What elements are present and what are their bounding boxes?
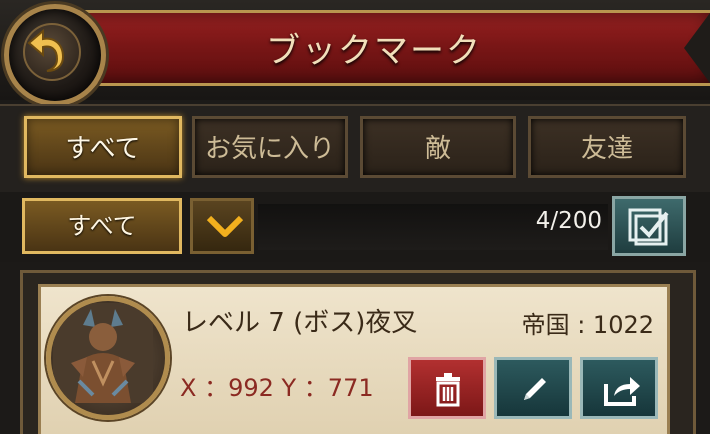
boss-avatar-icon <box>53 303 153 403</box>
tab-enemies[interactable]: 敵 <box>360 116 516 178</box>
share-icon <box>604 377 640 406</box>
banner-notch <box>684 13 710 83</box>
pencil-icon <box>524 378 546 400</box>
title-banner: ブックマーク <box>38 10 710 86</box>
filter-row: すべて 4/200 <box>0 192 710 262</box>
edit-button[interactable] <box>494 357 572 419</box>
delete-button[interactable] <box>408 357 486 419</box>
trash-icon <box>436 373 460 407</box>
share-button[interactable] <box>580 357 658 419</box>
select-all-button[interactable] <box>612 196 686 256</box>
bookmark-empire: 帝国 : 1022 <box>521 311 654 339</box>
page-title: ブックマーク <box>266 31 482 71</box>
chevron-down-icon <box>206 215 244 237</box>
back-arrow-icon <box>27 28 65 72</box>
back-button[interactable] <box>4 4 106 106</box>
header-bar: ブックマーク <box>0 0 710 106</box>
tabs-bar: すべて お気に入り 敵 友達 <box>0 104 710 194</box>
filter-dropdown[interactable]: すべて <box>22 198 182 254</box>
checkbox-icon <box>628 208 669 246</box>
tab-all[interactable]: すべて <box>24 116 182 178</box>
avatar <box>46 296 170 420</box>
bookmark-coordinates[interactable]: X ：992 Y ：771 <box>180 368 374 403</box>
bookmark-name: レベル 7 (ボス)夜叉 <box>182 308 418 338</box>
bookmark-count: 4/200 <box>535 208 602 234</box>
tab-friends[interactable]: 友達 <box>528 116 686 178</box>
filter-dropdown-toggle[interactable] <box>190 198 254 254</box>
tab-favorites[interactable]: お気に入り <box>192 116 348 178</box>
